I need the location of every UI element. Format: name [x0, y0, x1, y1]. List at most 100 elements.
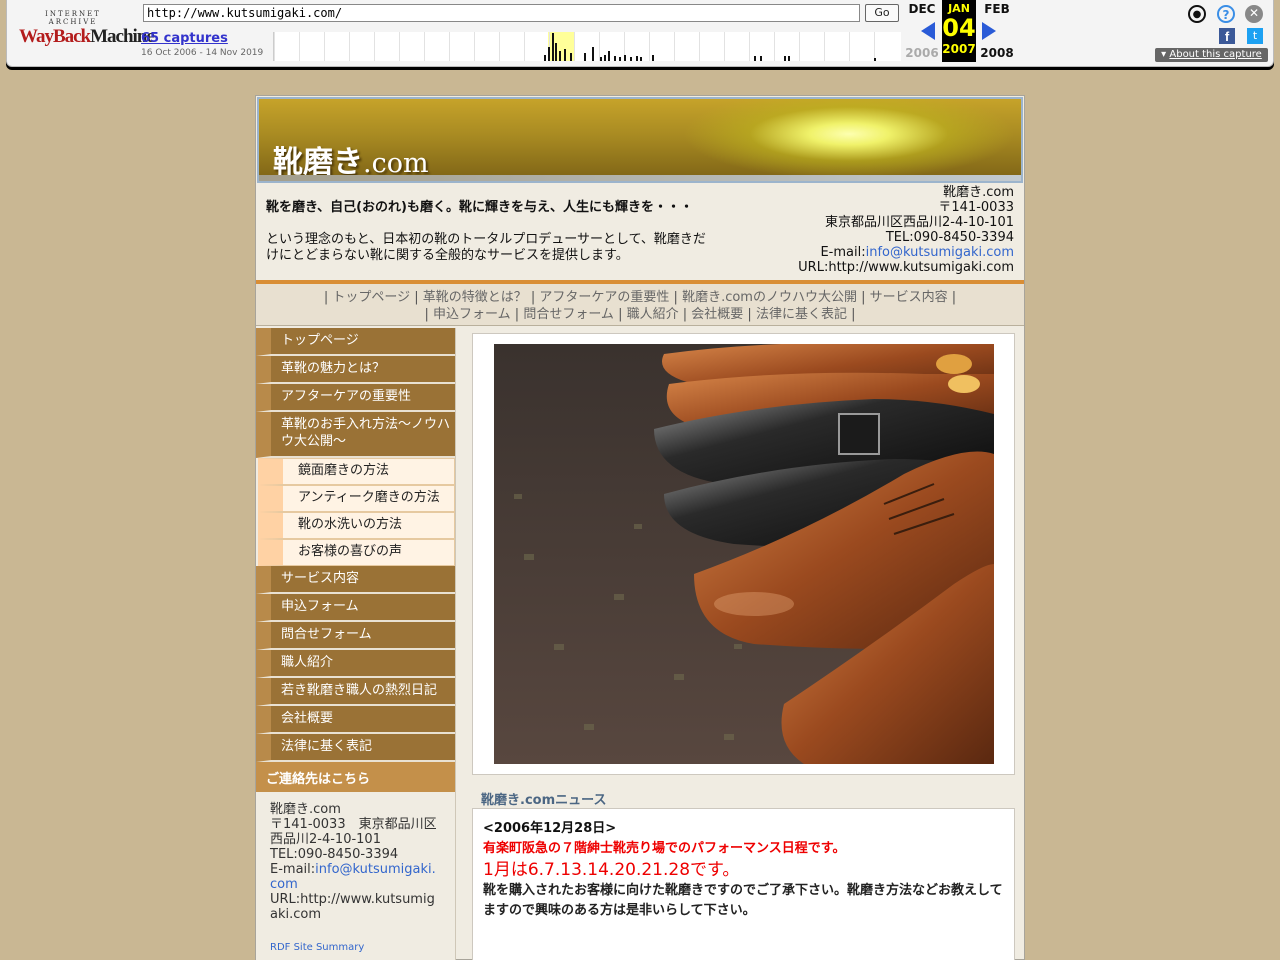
- topnav-contact[interactable]: 問合せフォーム: [523, 307, 614, 322]
- sidebar-item-aftercare[interactable]: アフターケアの重要性: [256, 384, 455, 412]
- sparkline-year-gridline: [774, 32, 775, 61]
- sparkline-capture-bar: [552, 33, 554, 61]
- rdf-link[interactable]: RDF Site Summary: [256, 922, 455, 953]
- sparkline-capture-bar: [604, 55, 606, 61]
- sidebar-item-diary[interactable]: 若き靴磨き職人の熱烈日記: [256, 678, 455, 706]
- banner-strip: [259, 175, 1021, 181]
- wayback-prev-year[interactable]: 2006: [904, 46, 940, 60]
- sparkline-year-gridline: [424, 32, 425, 61]
- sparkline-year-gridline: [399, 32, 400, 61]
- sparkline-capture-bar: [555, 43, 557, 61]
- user-icon[interactable]: ●: [1188, 5, 1206, 23]
- intro-tagline: 靴を磨き、自己(おのれ)も磨く。靴に輝きを与え、人生にも輝きを・・・: [266, 200, 693, 215]
- wayback-logo-wayback: WayBack: [19, 26, 91, 47]
- wayback-cur-day: 04: [942, 14, 976, 42]
- topnav-legal[interactable]: 法律に基く表記: [756, 307, 847, 322]
- news-body: 靴を購入されたお客様に向けた靴磨きですのでご了承下さい。靴磨き方法などお教えして…: [483, 883, 1003, 918]
- sidebar-contact: 靴磨き.com 〒141-0033 東京都品川区西品川2-4-10-101 TE…: [256, 792, 455, 922]
- sidebar-item-legal[interactable]: 法律に基く表記: [256, 734, 455, 762]
- help-icon[interactable]: ?: [1217, 5, 1235, 23]
- sparkline-capture-bar: [640, 57, 642, 61]
- news-schedule-line: 有楽町阪急の７階紳士靴売り場でのパフォーマンス日程です。: [483, 841, 846, 856]
- topnav-craftsman[interactable]: 職人紹介: [627, 307, 679, 322]
- sidebar-contact-email-label: E-mail:: [270, 862, 316, 877]
- twitter-icon[interactable]: t: [1247, 28, 1263, 44]
- wayback-next-month[interactable]: FEB: [979, 2, 1015, 16]
- sparkline-capture-bar: [564, 49, 566, 61]
- sidebar-contact-address: 〒141-0033 東京都品川区西品川2-4-10-101: [270, 817, 437, 847]
- hero-photo-frame: [472, 333, 1015, 775]
- wayback-url-input[interactable]: http://www.kutsumigaki.com/: [143, 4, 860, 22]
- sparkline-capture-bar: [760, 56, 762, 61]
- sparkline-capture-bar: [584, 53, 586, 61]
- about-capture-label: About this capture: [1169, 49, 1262, 60]
- wayback-captures-link[interactable]: 65 captures: [141, 31, 228, 46]
- sparkline-capture-bar: [874, 58, 876, 61]
- sparkline-capture-bar: [636, 56, 638, 61]
- topnav-company[interactable]: 会社概要: [691, 307, 743, 322]
- wayback-toolbar: INTERNET ARCHIVE WayBackMachine http://w…: [6, 0, 1274, 67]
- wayback-prev-month[interactable]: DEC: [904, 2, 940, 16]
- sparkline-capture-bar: [614, 56, 616, 61]
- sparkline-year-gridline: [724, 32, 725, 61]
- topnav-knowhow[interactable]: 靴磨き.comのノウハウ大公開: [682, 290, 857, 305]
- wayback-next-year[interactable]: 2008: [979, 46, 1015, 60]
- wayback-sparkline[interactable]: [273, 32, 901, 61]
- sparkline-year-gridline: [649, 32, 650, 61]
- news-date: <2006年12月28日>: [483, 821, 617, 836]
- sidebar-item-apply[interactable]: 申込フォーム: [256, 594, 455, 622]
- sidebar-contact-heading: ご連絡先はこちら: [256, 762, 455, 792]
- sidebar-item-company[interactable]: 会社概要: [256, 706, 455, 734]
- wayback-logo[interactable]: INTERNET ARCHIVE WayBackMachine: [19, 10, 155, 50]
- sparkline-year-gridline: [274, 32, 275, 61]
- sparkline-capture-bar: [559, 51, 561, 61]
- wayback-go-button[interactable]: Go: [865, 4, 899, 22]
- sparkline-capture-bar: [788, 56, 790, 61]
- sidebar-subitem-antique[interactable]: アンティーク磨きの方法: [258, 485, 455, 512]
- topnav-aftercare[interactable]: アフターケアの重要性: [539, 290, 669, 305]
- sparkline-year-gridline: [749, 32, 750, 61]
- facebook-icon[interactable]: f: [1219, 28, 1235, 44]
- sparkline-year-gridline: [699, 32, 700, 61]
- sidebar-subitem-mirror-shine[interactable]: 鏡面磨きの方法: [258, 458, 455, 485]
- sidebar-item-services[interactable]: サービス内容: [256, 566, 455, 594]
- sidebar-contact-url: URL:http://www.kutsumigaki.com: [270, 892, 435, 922]
- sparkline-capture-bar: [624, 55, 626, 61]
- sparkline-year-gridline: [574, 32, 575, 61]
- wayback-current-date: JAN 04 2007: [942, 0, 976, 62]
- shoes-photo: [494, 344, 994, 764]
- sparkline-capture-bar: [754, 56, 756, 61]
- top-navigation: | トップページ | 革靴の特徴とは？ | アフターケアの重要性 | 靴磨き.c…: [256, 284, 1024, 326]
- close-icon[interactable]: ✕: [1245, 5, 1263, 23]
- sparkline-year-gridline: [849, 32, 850, 61]
- sidebar-item-care-methods[interactable]: 革靴のお手入れ方法～ノウハウ大公開～: [256, 412, 455, 458]
- sparkline-year-gridline: [299, 32, 300, 61]
- sidebar-item-craftsman[interactable]: 職人紹介: [256, 650, 455, 678]
- wayback-next-arrow-icon[interactable]: [982, 22, 996, 40]
- sparkline-capture-bar: [630, 57, 632, 61]
- sparkline-capture-bar: [570, 53, 572, 61]
- about-capture-button[interactable]: ▾ About this capture: [1155, 48, 1268, 62]
- sparkline-capture-bar: [548, 47, 550, 61]
- sidebar-subitem-testimonials[interactable]: お客様の喜びの声: [258, 539, 455, 566]
- sidebar-item-contact[interactable]: 問合せフォーム: [256, 622, 455, 650]
- topnav-services[interactable]: サービス内容: [870, 290, 948, 305]
- wayback-cur-year: 2007: [942, 42, 976, 56]
- sidebar-contact-name: 靴磨き.com: [270, 802, 341, 817]
- header-contact-email-label: E-mail:: [820, 245, 866, 260]
- sidebar-item-top[interactable]: トップページ: [256, 328, 455, 356]
- header-contact-email-link[interactable]: info@kutsumigaki.com: [866, 245, 1014, 260]
- wayback-prev-arrow-icon[interactable]: [921, 22, 935, 40]
- news-heading: 靴磨き.comニュース: [481, 793, 607, 808]
- intro-body: という理念のもと、日本初の靴のトータルプロデューサーとして、靴磨きだけにとどまら…: [266, 232, 706, 263]
- sparkline-year-gridline: [499, 32, 500, 61]
- sparkline-capture-bar: [608, 51, 610, 61]
- sparkline-capture-bar: [544, 55, 546, 61]
- sparkline-year-gridline: [349, 32, 350, 61]
- sidebar-subitem-washing[interactable]: 靴の水洗いの方法: [258, 512, 455, 539]
- sidebar-item-appeal[interactable]: 革靴の魅力とは？: [256, 356, 455, 384]
- shoes-illustration: [494, 344, 994, 764]
- topnav-features[interactable]: 革靴の特徴とは？: [423, 290, 527, 305]
- topnav-apply[interactable]: 申込フォーム: [433, 307, 511, 322]
- topnav-top[interactable]: トップページ: [332, 290, 410, 305]
